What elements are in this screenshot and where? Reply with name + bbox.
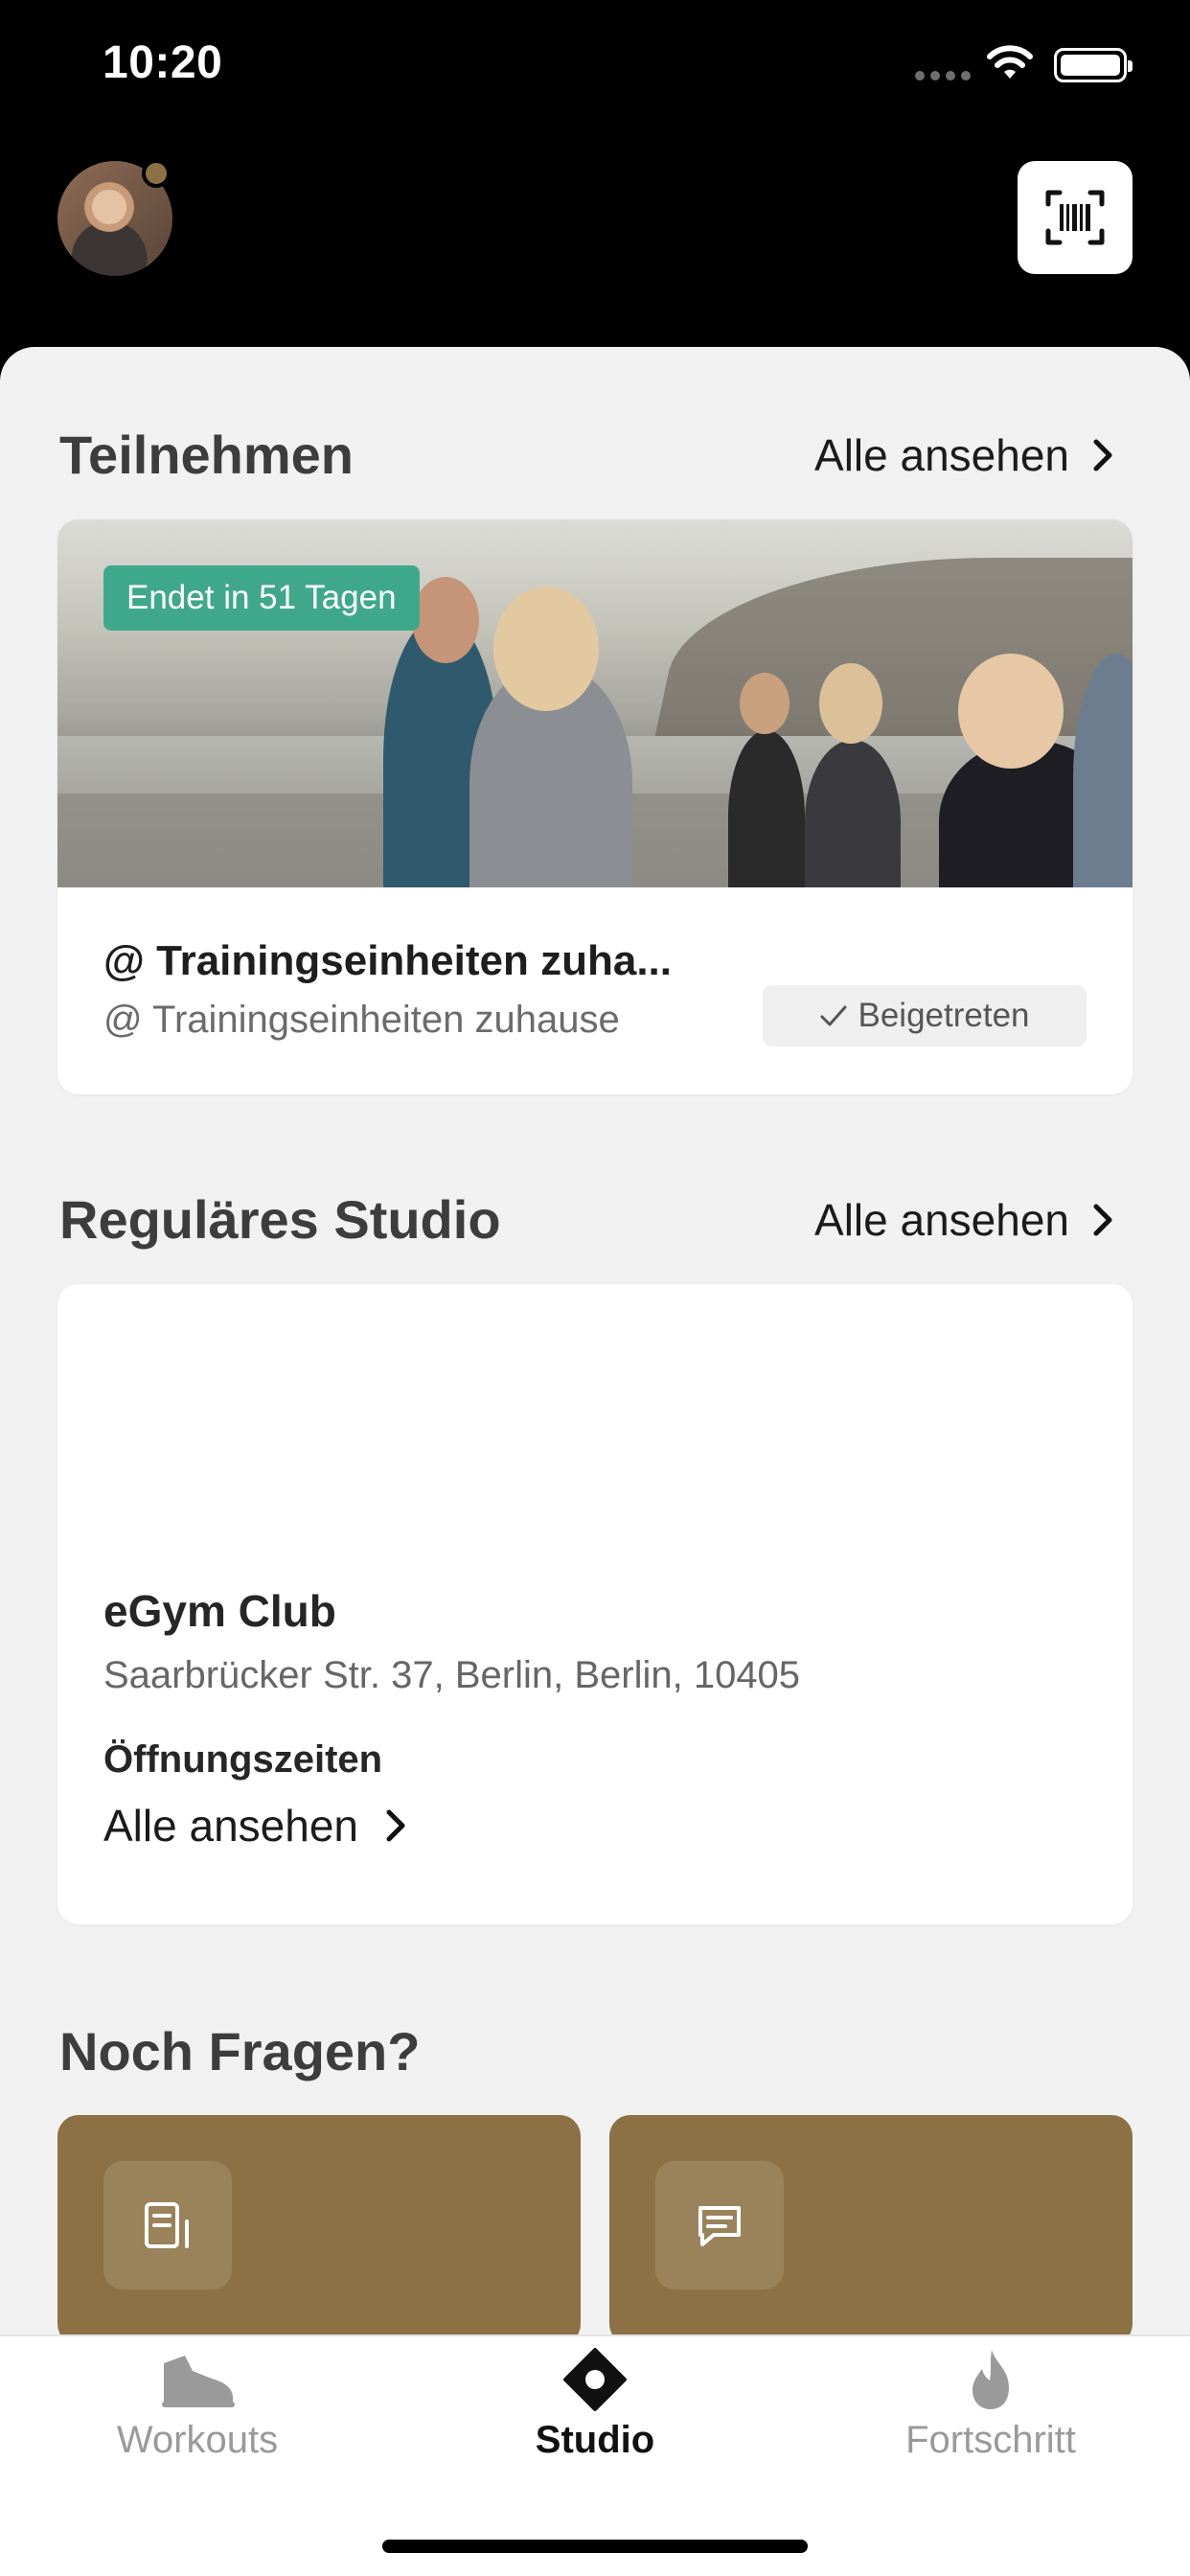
studio-see-all-link[interactable]: Alle ansehen <box>814 1194 1113 1246</box>
challenge-subtitle: @ Trainingseinheiten zuhause <box>103 999 620 1041</box>
tab-progress[interactable]: Fortschritt <box>847 2346 1134 2462</box>
studio-card[interactable]: eGym Club Saarbrücker Str. 37, Berlin, B… <box>57 1284 1133 1924</box>
document-icon <box>145 2202 189 2248</box>
flame-icon <box>973 2350 1009 2409</box>
gym-name: eGym Club <box>103 1586 336 1636</box>
challenge-image: Endet in 51 Tagen <box>57 519 1133 887</box>
battery-icon <box>1054 48 1133 82</box>
section-title-participate: Teilnehmen <box>59 425 355 485</box>
challenge-card[interactable]: Endet in 51 Tagen @ Trainingseinheiten z… <box>57 519 1133 1094</box>
tab-label-progress: Fortschritt <box>905 2419 1076 2461</box>
checkmark-icon <box>820 1005 847 1026</box>
barcode-scan-icon <box>1045 190 1105 245</box>
participate-see-all-link[interactable]: Alle ansehen <box>814 429 1113 481</box>
tab-workouts[interactable]: Workouts <box>54 2346 341 2462</box>
studio-diamond-icon <box>563 2348 627 2411</box>
chat-icon <box>698 2206 741 2246</box>
opening-hours-label: Öffnungszeiten <box>103 1738 383 1781</box>
opening-hours-link-label: Alle ansehen <box>103 1801 358 1851</box>
chevron-right-icon <box>386 1809 405 1842</box>
see-all-label: Alle ansehen <box>814 430 1069 480</box>
scan-button[interactable] <box>1018 161 1133 274</box>
gym-address: Saarbrücker Str. 37, Berlin, Berlin, 104… <box>103 1654 801 1696</box>
see-all-label: Alle ansehen <box>814 1195 1069 1245</box>
home-indicator[interactable] <box>382 2540 808 2553</box>
section-title-studio: Reguläres Studio <box>59 1189 501 1250</box>
tab-label-workouts: Workouts <box>116 2419 279 2461</box>
cellular-signal-icon <box>915 71 971 80</box>
tab-label-studio: Studio <box>535 2419 655 2461</box>
tab-studio[interactable]: Studio <box>451 2346 739 2462</box>
section-title-questions: Noch Fragen? <box>59 2021 421 2082</box>
opening-hours-link[interactable]: Alle ansehen <box>103 1800 406 1852</box>
status-time: 10:20 <box>103 37 223 88</box>
chevron-right-icon <box>1093 439 1112 472</box>
faq-card-chat[interactable] <box>609 2115 1133 2345</box>
challenge-status-badge: Endet in 51 Tagen <box>103 565 420 631</box>
shoe-icon <box>162 2356 235 2407</box>
notification-dot <box>142 159 171 188</box>
faq-card-documents[interactable] <box>57 2115 581 2345</box>
challenge-title: @ Trainingseinheiten zuha... <box>103 937 672 984</box>
joined-button[interactable]: Beigetreten <box>763 985 1087 1046</box>
wifi-icon <box>987 45 1033 79</box>
joined-label: Beigetreten <box>858 997 1030 1034</box>
chevron-right-icon <box>1093 1204 1112 1236</box>
